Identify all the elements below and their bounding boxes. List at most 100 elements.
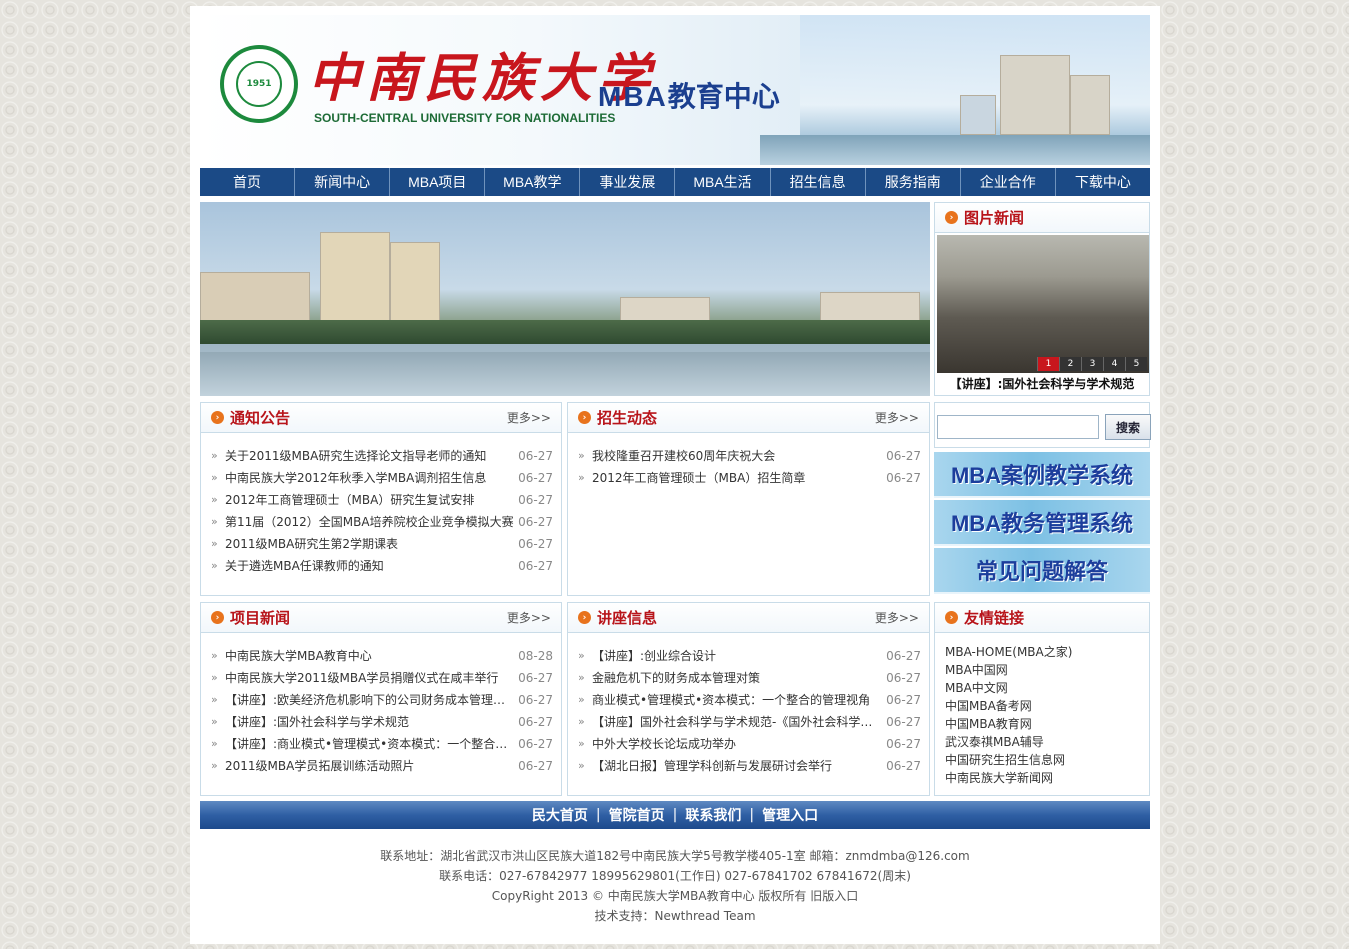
list-item-title[interactable]: 第11届（2012）全国MBA培养院校企业竞争模拟大赛 bbox=[225, 511, 515, 533]
friend-link[interactable]: 中国MBA教育网 bbox=[945, 715, 1139, 733]
picture-news-panel: › 图片新闻 1 2 3 4 5 【讲座】:国外社会科学与学术规范 bbox=[934, 202, 1150, 396]
admissions-more-link[interactable]: 更多>> bbox=[875, 409, 919, 426]
list-item-date: 06-27 bbox=[886, 715, 921, 729]
list-item-date: 06-27 bbox=[886, 737, 921, 751]
list-item-title[interactable]: 2011级MBA学员拓展训练活动照片 bbox=[225, 755, 515, 777]
list-item-title[interactable]: 中外大学校长论坛成功举办 bbox=[592, 733, 883, 755]
list-item[interactable]: » 中南民族大学MBA教育中心 08-28 bbox=[211, 645, 553, 667]
footer-link-admin[interactable]: 管理入口 bbox=[762, 805, 818, 825]
list-item-title[interactable]: 中南民族大学2011级MBA学员捐赠仪式在咸丰举行 bbox=[225, 667, 515, 689]
picture-news-caption[interactable]: 【讲座】:国外社会科学与学术规范 bbox=[935, 375, 1149, 392]
list-item[interactable]: » 【讲座】:国外社会科学与学术规范 06-27 bbox=[211, 711, 553, 733]
footer-link-school-home[interactable]: 管院首页 bbox=[609, 805, 665, 825]
list-item-title[interactable]: 【讲座】:商业模式•管理模式•资本模式：一个整合的... bbox=[225, 733, 515, 755]
slide-page-1[interactable]: 1 bbox=[1037, 357, 1059, 371]
list-item-title[interactable]: 2012年工商管理硕士（MBA）研究生复试安排 bbox=[225, 489, 515, 511]
footer-link-contact[interactable]: 联系我们 bbox=[685, 805, 741, 825]
nav-item-cooperation[interactable]: 企业合作 bbox=[961, 168, 1056, 196]
nav-item-news[interactable]: 新闻中心 bbox=[295, 168, 391, 196]
footer-address: 联系地址：湖北省武汉市洪山区民族大道182号中南民族大学5号教学楼405-1室 … bbox=[380, 849, 970, 863]
list-item-title[interactable]: 【讲座】:欧美经济危机影响下的公司财务成本管理应... bbox=[225, 689, 515, 711]
list-item-title[interactable]: 2012年工商管理硕士（MBA）招生简章 bbox=[592, 467, 883, 489]
bullet-icon: » bbox=[211, 737, 218, 750]
list-item[interactable]: » 中南民族大学2012年秋季入学MBA调剂招生信息 06-27 bbox=[211, 467, 553, 489]
list-item-title[interactable]: 【湖北日报】管理学科创新与发展研讨会举行 bbox=[592, 755, 883, 777]
list-item[interactable]: » 【讲座】:创业综合设计 06-27 bbox=[578, 645, 921, 667]
list-item-title[interactable]: 商业模式•管理模式•资本模式：一个整合的管理视角 bbox=[592, 689, 883, 711]
slide-page-3[interactable]: 3 bbox=[1081, 357, 1103, 371]
search-input[interactable] bbox=[937, 415, 1099, 439]
slide-page-5[interactable]: 5 bbox=[1125, 357, 1147, 371]
campus-building bbox=[820, 292, 920, 322]
list-item[interactable]: » 2011级MBA研究生第2学期课表 06-27 bbox=[211, 533, 553, 555]
friend-link[interactable]: 中国MBA备考网 bbox=[945, 697, 1139, 715]
friend-link[interactable]: MBA中文网 bbox=[945, 679, 1139, 697]
list-item-date: 06-27 bbox=[518, 537, 553, 551]
arrow-circle-icon: › bbox=[578, 411, 591, 424]
list-item[interactable]: » 【讲座】:商业模式•管理模式•资本模式：一个整合的... 06-27 bbox=[211, 733, 553, 755]
project-news-more-link[interactable]: 更多>> bbox=[507, 609, 551, 626]
nav-item-mba-teaching[interactable]: MBA教学 bbox=[485, 168, 581, 196]
friend-link[interactable]: 武汉泰祺MBA辅导 bbox=[945, 733, 1139, 751]
academic-management-system-button[interactable]: MBA教务管理系统 bbox=[934, 500, 1150, 546]
list-item[interactable]: » 关于2011级MBA研究生选择论文指导老师的通知 06-27 bbox=[211, 445, 553, 467]
list-item[interactable]: » 金融危机下的财务成本管理对策 06-27 bbox=[578, 667, 921, 689]
friend-link[interactable]: 中国研究生招生信息网 bbox=[945, 751, 1139, 769]
list-item-title[interactable]: 中南民族大学MBA教育中心 bbox=[225, 645, 515, 667]
list-item-title[interactable]: 【讲座】国外社会科学与学术规范-《国外社会科学》... bbox=[592, 711, 883, 733]
case-teaching-system-button[interactable]: MBA案例教学系统 bbox=[934, 452, 1150, 498]
list-item[interactable]: » 第11届（2012）全国MBA培养院校企业竞争模拟大赛 06-27 bbox=[211, 511, 553, 533]
nav-item-career[interactable]: 事业发展 bbox=[580, 168, 676, 196]
nav-item-home[interactable]: 首页 bbox=[200, 168, 296, 196]
seal-year: 1951 bbox=[236, 61, 282, 107]
nav-item-mba-program[interactable]: MBA项目 bbox=[390, 168, 486, 196]
university-name-en: SOUTH-CENTRAL UNIVERSITY FOR NATIONALITI… bbox=[314, 111, 616, 125]
list-item[interactable]: » 2012年工商管理硕士（MBA）招生简章 06-27 bbox=[578, 467, 921, 489]
project-news-title: 项目新闻 bbox=[230, 610, 291, 627]
friend-link[interactable]: 中南民族大学新闻网 bbox=[945, 769, 1139, 787]
list-item-title[interactable]: 中南民族大学2012年秋季入学MBA调剂招生信息 bbox=[225, 467, 515, 489]
bullet-icon: » bbox=[211, 715, 218, 728]
list-item-title[interactable]: 2011级MBA研究生第2学期课表 bbox=[225, 533, 515, 555]
list-item[interactable]: » 关于遴选MBA任课教师的通知 06-27 bbox=[211, 555, 553, 577]
list-item[interactable]: » 中外大学校长论坛成功举办 06-27 bbox=[578, 733, 921, 755]
picture-news-image[interactable]: 1 2 3 4 5 bbox=[937, 235, 1149, 373]
list-item[interactable]: » 2011级MBA学员拓展训练活动照片 06-27 bbox=[211, 755, 553, 777]
nav-item-downloads[interactable]: 下载中心 bbox=[1056, 168, 1150, 196]
list-item-title[interactable]: 【讲座】:国外社会科学与学术规范 bbox=[225, 711, 515, 733]
university-seal-icon[interactable]: 1951 bbox=[220, 45, 298, 123]
list-item-title[interactable]: 关于2011级MBA研究生选择论文指导老师的通知 bbox=[225, 445, 515, 467]
campus-building bbox=[390, 242, 440, 322]
list-item[interactable]: » 【讲座】:欧美经济危机影响下的公司财务成本管理应... 06-27 bbox=[211, 689, 553, 711]
bullet-icon: » bbox=[211, 759, 218, 772]
search-button[interactable]: 搜索 bbox=[1105, 414, 1151, 440]
friend-link[interactable]: MBA中国网 bbox=[945, 661, 1139, 679]
footer-link-university-home[interactable]: 民大首页 bbox=[532, 805, 588, 825]
lectures-more-link[interactable]: 更多>> bbox=[875, 609, 919, 626]
list-item[interactable]: » 【湖北日报】管理学科创新与发展研讨会举行 06-27 bbox=[578, 755, 921, 777]
list-item[interactable]: » 【讲座】国外社会科学与学术规范-《国外社会科学》... 06-27 bbox=[578, 711, 921, 733]
nav-item-admissions[interactable]: 招生信息 bbox=[771, 168, 866, 196]
faq-button[interactable]: 常见问题解答 bbox=[934, 548, 1150, 594]
list-item[interactable]: » 中南民族大学2011级MBA学员捐赠仪式在咸丰举行 06-27 bbox=[211, 667, 553, 689]
list-item-title[interactable]: 金融危机下的财务成本管理对策 bbox=[592, 667, 883, 689]
nav-item-mba-life[interactable]: MBA生活 bbox=[675, 168, 771, 196]
notices-more-link[interactable]: 更多>> bbox=[507, 409, 551, 426]
list-item-date: 06-27 bbox=[886, 649, 921, 663]
header-banner: 1951 中南民族大学 SOUTH-CENTRAL UNIVERSITY FOR… bbox=[200, 15, 1150, 165]
list-item[interactable]: » 商业模式•管理模式•资本模式：一个整合的管理视角 06-27 bbox=[578, 689, 921, 711]
picture-news-title: 图片新闻 bbox=[964, 210, 1025, 227]
bullet-icon: » bbox=[578, 449, 585, 462]
slide-page-4[interactable]: 4 bbox=[1103, 357, 1125, 371]
nav-item-service-guide[interactable]: 服务指南 bbox=[866, 168, 961, 196]
bullet-icon: » bbox=[211, 559, 218, 572]
friend-link[interactable]: MBA-HOME(MBA之家) bbox=[945, 643, 1139, 661]
list-item-title[interactable]: 我校隆重召开建校60周年庆祝大会 bbox=[592, 445, 883, 467]
list-item-title[interactable]: 【讲座】:创业综合设计 bbox=[592, 645, 883, 667]
list-item[interactable]: » 我校隆重召开建校60周年庆祝大会 06-27 bbox=[578, 445, 921, 467]
list-item-title[interactable]: 关于遴选MBA任课教师的通知 bbox=[225, 555, 515, 577]
footer-separator: | bbox=[672, 807, 678, 823]
slide-page-2[interactable]: 2 bbox=[1059, 357, 1081, 371]
arrow-circle-icon: › bbox=[945, 611, 958, 624]
list-item[interactable]: » 2012年工商管理硕士（MBA）研究生复试安排 06-27 bbox=[211, 489, 553, 511]
